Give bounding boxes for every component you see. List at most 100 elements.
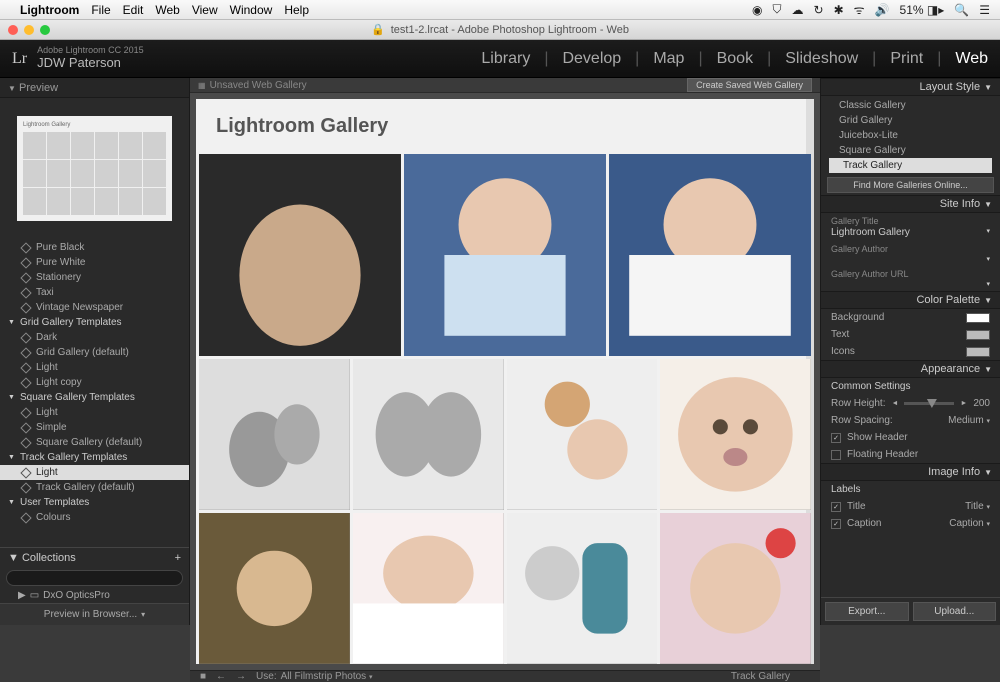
preview-panel-header[interactable]: ▼ Preview: [0, 78, 189, 98]
floating-header-checkbox[interactable]: Floating Header: [821, 446, 1000, 463]
use-dropdown[interactable]: All Filmstrip Photos ▾: [281, 671, 373, 682]
prev-arrow-icon[interactable]: ←: [216, 671, 226, 682]
upload-button[interactable]: Upload...: [913, 602, 997, 621]
image-info-header[interactable]: Image Info▼: [821, 463, 1000, 481]
template-item[interactable]: Light: [0, 465, 189, 480]
module-map[interactable]: Map: [653, 50, 684, 68]
template-item[interactable]: Taxi: [0, 285, 189, 300]
menu-icon[interactable]: ☰: [979, 3, 990, 17]
template-folder[interactable]: ▼Track Gallery Templates: [0, 450, 189, 465]
gallery-author-field[interactable]: Gallery Author ▾: [821, 241, 1000, 266]
gallery-photo[interactable]: [404, 154, 606, 356]
show-header-checkbox[interactable]: ✓Show Header: [821, 429, 1000, 446]
gallery-rows: [196, 154, 814, 664]
template-item[interactable]: Simple: [0, 420, 189, 435]
cloud-icon[interactable]: ☁: [792, 3, 804, 17]
content-header-bar: ▦ Unsaved Web Gallery Create Saved Web G…: [190, 78, 820, 93]
gallery-photo[interactable]: [199, 359, 350, 510]
template-item[interactable]: Pure Black: [0, 240, 189, 255]
bluetooth-icon[interactable]: ✱: [834, 3, 844, 17]
module-library[interactable]: Library: [481, 50, 530, 68]
color-palette-header[interactable]: Color Palette▼: [821, 291, 1000, 309]
site-info-header[interactable]: Site Info▼: [821, 195, 1000, 213]
gallery-photo[interactable]: [660, 359, 811, 510]
gallery-photo[interactable]: [609, 154, 811, 356]
export-button[interactable]: Export...: [825, 602, 909, 621]
module-print[interactable]: Print: [890, 50, 923, 68]
layout-style-item[interactable]: Square Gallery: [825, 143, 996, 158]
gallery-title-field[interactable]: Gallery Title Lightroom Gallery▾: [821, 213, 1000, 241]
status-icon[interactable]: ⛉: [772, 2, 781, 17]
gallery-photo[interactable]: [353, 513, 504, 664]
template-folder[interactable]: ▼Grid Gallery Templates: [0, 315, 189, 330]
template-folder[interactable]: ▼User Templates: [0, 495, 189, 510]
gallery-photo[interactable]: [660, 513, 811, 664]
module-book[interactable]: Book: [717, 50, 753, 68]
module-slideshow[interactable]: Slideshow: [785, 50, 858, 68]
row-spacing-dropdown[interactable]: Row Spacing:Medium ▾: [821, 412, 1000, 429]
collections-search-input[interactable]: [6, 570, 183, 586]
module-develop[interactable]: Develop: [562, 50, 621, 68]
template-item[interactable]: Track Gallery (default): [0, 480, 189, 495]
layout-style-item[interactable]: Grid Gallery: [825, 113, 996, 128]
template-item[interactable]: Light: [0, 405, 189, 420]
layout-style-item[interactable]: Juicebox-Lite: [825, 128, 996, 143]
wifi-icon[interactable]: ᯤ: [854, 1, 865, 18]
text-color-row[interactable]: Text: [821, 326, 1000, 343]
template-item[interactable]: Colours: [0, 510, 189, 525]
icons-color-row[interactable]: Icons: [821, 343, 1000, 360]
preview-thumbnail: Lightroom Gallery: [0, 98, 189, 238]
menu-edit[interactable]: Edit: [123, 3, 144, 17]
background-swatch[interactable]: [966, 313, 990, 323]
search-icon[interactable]: 🔍: [954, 3, 969, 17]
stop-icon[interactable]: ■: [200, 671, 206, 682]
text-swatch[interactable]: [966, 330, 990, 340]
window-maximize-button[interactable]: [40, 25, 50, 35]
menu-web[interactable]: Web: [155, 3, 179, 17]
menu-file[interactable]: File: [91, 3, 110, 17]
create-saved-gallery-button[interactable]: Create Saved Web Gallery: [687, 78, 812, 92]
gallery-photo[interactable]: [353, 359, 504, 510]
title-checkbox-row[interactable]: ✓TitleTitle ▾: [821, 498, 1000, 515]
menu-view[interactable]: View: [192, 3, 218, 17]
template-item[interactable]: Stationery: [0, 270, 189, 285]
next-arrow-icon[interactable]: →: [236, 671, 246, 682]
web-gallery-preview[interactable]: Lightroom Gallery: [196, 99, 814, 664]
window-minimize-button[interactable]: [24, 25, 34, 35]
background-color-row[interactable]: Background: [821, 309, 1000, 326]
template-folder[interactable]: ▼Square Gallery Templates: [0, 390, 189, 405]
volume-icon[interactable]: 🔊: [875, 3, 890, 17]
add-collection-button[interactable]: +: [175, 552, 181, 564]
gallery-photo[interactable]: [507, 513, 658, 664]
sync-icon[interactable]: ↻: [814, 3, 824, 17]
menu-help[interactable]: Help: [284, 3, 309, 17]
caption-checkbox-row[interactable]: ✓CaptionCaption ▾: [821, 515, 1000, 532]
battery-status[interactable]: 51% ◨▸: [900, 3, 945, 17]
template-item[interactable]: Light copy: [0, 375, 189, 390]
layout-style-item[interactable]: Classic Gallery: [825, 98, 996, 113]
app-menu[interactable]: Lightroom: [20, 3, 79, 17]
collections-header[interactable]: ▼ Collections +: [0, 548, 189, 568]
gallery-author-url-field[interactable]: Gallery Author URL ▾: [821, 266, 1000, 291]
icons-swatch[interactable]: [966, 347, 990, 357]
template-item[interactable]: Light: [0, 360, 189, 375]
layout-style-item[interactable]: Track Gallery: [829, 158, 992, 173]
status-icon[interactable]: ◉: [752, 3, 762, 17]
module-web[interactable]: Web: [955, 50, 988, 68]
template-item[interactable]: Grid Gallery (default): [0, 345, 189, 360]
row-height-slider[interactable]: Row Height: ◄► 200: [821, 395, 1000, 412]
preview-in-browser-button[interactable]: Preview in Browser... ▾: [0, 603, 189, 625]
find-more-galleries-button[interactable]: Find More Galleries Online...: [827, 177, 994, 193]
layout-style-header[interactable]: Layout Style▼: [821, 78, 1000, 96]
gallery-photo[interactable]: [507, 359, 658, 510]
template-item[interactable]: Pure White: [0, 255, 189, 270]
window-close-button[interactable]: [8, 25, 18, 35]
template-item[interactable]: Vintage Newspaper: [0, 300, 189, 315]
menu-window[interactable]: Window: [230, 3, 273, 17]
collection-item[interactable]: ▶▭DxO OpticsPro: [0, 588, 189, 603]
template-item[interactable]: Dark: [0, 330, 189, 345]
gallery-photo[interactable]: [199, 513, 350, 664]
gallery-photo[interactable]: [199, 154, 401, 356]
template-item[interactable]: Square Gallery (default): [0, 435, 189, 450]
appearance-header[interactable]: Appearance▼: [821, 360, 1000, 378]
